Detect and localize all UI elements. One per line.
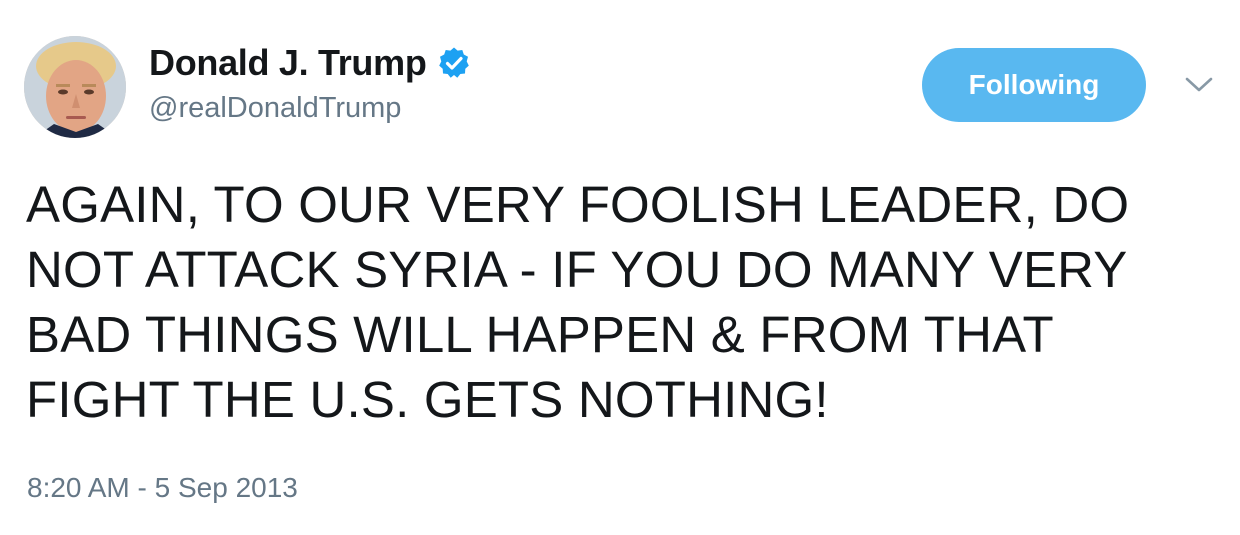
tweet-text: AGAIN, TO OUR VERY FOOLISH LEADER, DO NO…	[26, 176, 1130, 428]
tweet-timestamp[interactable]: 8:20 AM - 5 Sep 2013	[27, 472, 298, 504]
avatar[interactable]	[24, 36, 126, 138]
chevron-down-icon[interactable]	[1184, 74, 1214, 96]
user-handle[interactable]: @realDonaldTrump	[149, 92, 401, 125]
display-name[interactable]: Donald J. Trump	[149, 42, 427, 84]
profile-photo-icon	[24, 36, 126, 138]
name-row: Donald J. Trump	[149, 40, 471, 86]
following-button[interactable]: Following	[922, 48, 1146, 122]
tweet-card: Donald J. Trump @realDonaldTrump Followi…	[0, 0, 1240, 535]
verified-badge-icon	[437, 46, 471, 80]
